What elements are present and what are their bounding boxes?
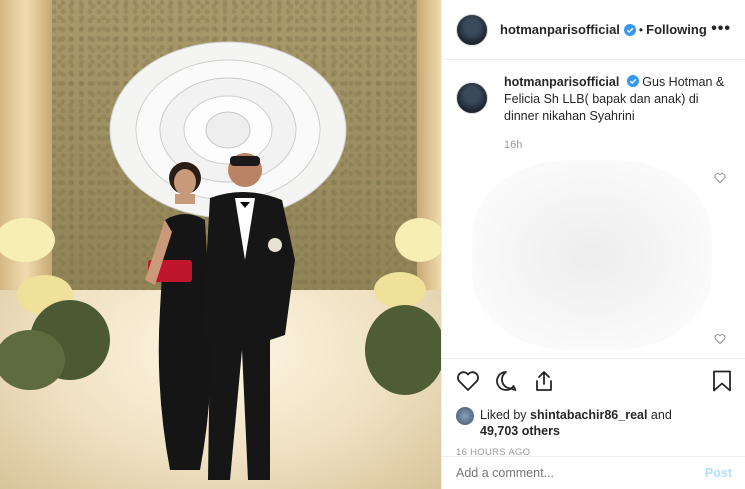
- comment-like-heart-icon[interactable]: [714, 333, 726, 345]
- action-row: [456, 369, 732, 393]
- post-side-panel: hotmanparisofficial • Following ••• hotm…: [441, 0, 745, 489]
- post-comment-button[interactable]: Post: [705, 466, 732, 480]
- floral-arrangement-left: [0, 218, 110, 390]
- header-username[interactable]: hotmanparisofficial: [500, 22, 620, 37]
- floral-arrangement-right: [365, 218, 441, 395]
- verified-badge-icon: [623, 23, 636, 36]
- likes-count[interactable]: 49,703 others: [480, 424, 560, 438]
- header-separator: •: [638, 22, 644, 37]
- profile-avatar[interactable]: [456, 13, 488, 46]
- bookmark-icon[interactable]: [712, 370, 732, 392]
- post-actions: Liked by shintabachir86_real and 49,703 …: [442, 358, 745, 458]
- likes-summary: Liked by shintabachir86_real and 49,703 …: [456, 407, 732, 439]
- blurred-comment-content: [472, 160, 712, 350]
- caption-body: hotmanparisofficial Gus Hotman & Felicia…: [504, 74, 731, 125]
- post-header: hotmanparisofficial • Following •••: [442, 0, 745, 60]
- comment-bar: Post: [442, 456, 745, 489]
- caption-avatar[interactable]: [456, 82, 488, 114]
- heart-icon[interactable]: [456, 370, 480, 392]
- likes-text: Liked by shintabachir86_real and 49,703 …: [480, 407, 672, 439]
- post-caption: hotmanparisofficial Gus Hotman & Felicia…: [442, 60, 745, 125]
- blurred-comments-area: [442, 150, 745, 360]
- liker-avatar[interactable]: [456, 407, 474, 425]
- couple-figure: [145, 153, 295, 480]
- more-options-icon[interactable]: •••: [711, 20, 731, 38]
- likes-middle: and: [647, 408, 672, 422]
- comment-icon[interactable]: [494, 370, 518, 392]
- likes-prefix: Liked by: [480, 408, 531, 422]
- post-photo[interactable]: [0, 0, 441, 489]
- comment-input[interactable]: [456, 466, 705, 480]
- following-button[interactable]: Following: [646, 22, 707, 37]
- verified-badge-icon: [626, 75, 639, 87]
- share-icon[interactable]: [532, 370, 556, 392]
- liker-username[interactable]: shintabachir86_real: [530, 408, 647, 422]
- caption-username[interactable]: hotmanparisofficial: [504, 75, 619, 89]
- comment-like-heart-icon[interactable]: [714, 172, 726, 184]
